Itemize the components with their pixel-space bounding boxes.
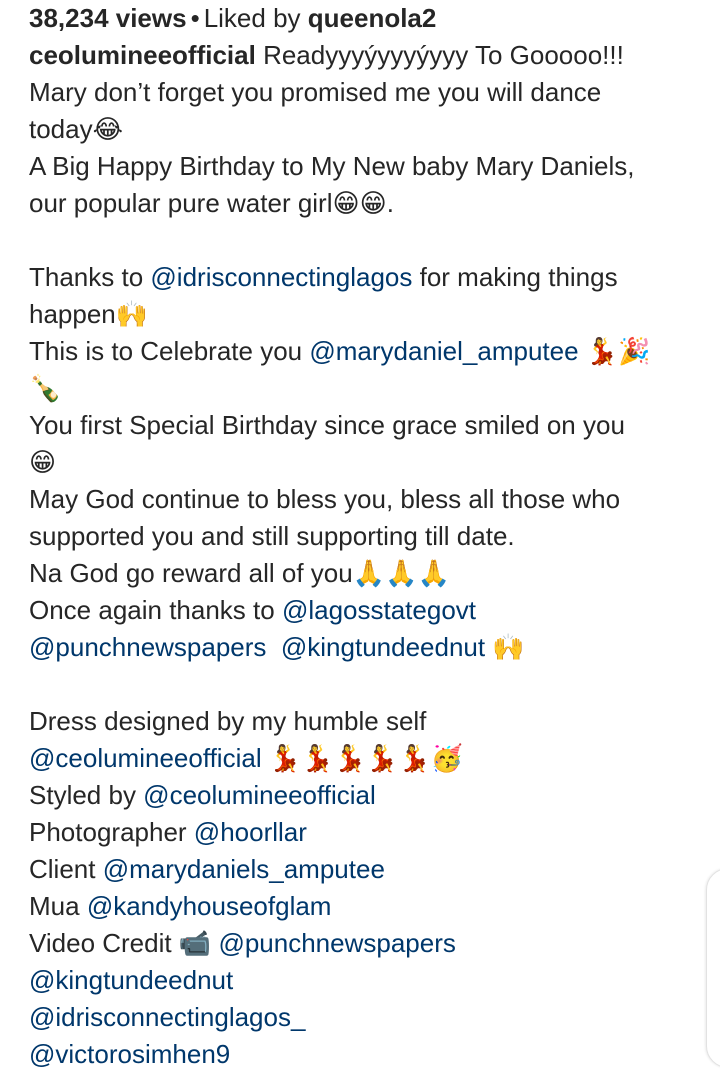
post-caption: ceolumineeofficial Readyyyýyyyýyyy To Go…	[29, 37, 709, 1073]
mention-link[interactable]: @punchnewspapers	[29, 632, 266, 662]
caption-emoji: 💃💃💃💃💃🥳	[261, 743, 464, 773]
caption-line: You first Special Birthday since grace s…	[29, 410, 625, 440]
caption-line: happen🙌	[29, 299, 149, 329]
caption-text: for making things	[412, 262, 618, 292]
caption-line: May God continue to bless you, bless all…	[29, 484, 621, 514]
caption-line: @idrisconnectinglagos_	[29, 999, 709, 1036]
mention-link[interactable]: @marydaniels_amputee	[103, 854, 385, 884]
caption-emoji: 🙌	[485, 632, 525, 662]
liked-by-label: Liked by	[203, 3, 301, 33]
mention-link[interactable]: @hoorllar	[194, 817, 307, 847]
caption-line: Once again thanks to @lagosstategovt	[29, 592, 709, 629]
stats-separator: •	[190, 3, 200, 33]
caption-line: Dress designed by my humble self	[29, 706, 427, 736]
caption-text: Photographer	[29, 817, 194, 847]
caption-line: 🍾	[29, 373, 62, 403]
caption-text: Mua	[29, 891, 87, 921]
caption-line: @ceolumineeofficial 💃💃💃💃💃🥳	[29, 740, 709, 777]
caption-line: supported you and still supporting till …	[29, 521, 515, 551]
caption-line: Client @marydaniels_amputee	[29, 851, 709, 888]
mention-link[interactable]: @victorosimhen9	[29, 1039, 230, 1069]
caption-line: Video Credit 📹 @punchnewspapers	[29, 925, 709, 962]
mention-link[interactable]: @kandyhouseofglam	[87, 891, 332, 921]
edge-panel-handle[interactable]	[706, 868, 720, 1068]
caption-line: our popular pure water girl😁😁.	[29, 188, 394, 218]
caption-text: Thanks to	[29, 262, 151, 292]
mention-link[interactable]: @lagosstategovt	[282, 595, 476, 625]
caption-text: Client	[29, 854, 103, 884]
caption-text: Video Credit 📹	[29, 928, 219, 958]
caption-line: Mary don’t forget you promised me you wi…	[29, 77, 602, 107]
caption-text: This is to Celebrate you	[29, 336, 310, 366]
mention-link[interactable]: @kingtundeednut	[281, 632, 485, 662]
caption-line: Styled by @ceolumineeofficial	[29, 777, 709, 814]
mention-link[interactable]: @kingtundeednut	[29, 965, 233, 995]
mention-link[interactable]: @idrisconnectinglagos	[150, 262, 412, 292]
caption-text: Once again thanks to	[29, 595, 282, 625]
caption-line: 😁	[29, 447, 57, 477]
caption-line: @kingtundeednut	[29, 962, 709, 999]
caption-line: Na God go reward all of you🙏🙏🙏	[29, 558, 450, 588]
caption-line: Photographer @hoorllar	[29, 814, 709, 851]
liked-by-user-link[interactable]: queenola2	[308, 3, 437, 33]
caption-text: Styled by	[29, 780, 144, 810]
caption-line: This is to Celebrate you @marydaniel_amp…	[29, 333, 709, 370]
caption-text: Readyyyýyyyýyyy To Gooooo!!!	[255, 40, 624, 70]
caption-line: @victorosimhen9	[29, 1036, 709, 1073]
caption-line: ceolumineeofficial Readyyyýyyyýyyy To Go…	[29, 37, 709, 74]
mention-link[interactable]: @punchnewspapers	[218, 928, 455, 958]
caption-line: Mua @kandyhouseofglam	[29, 888, 709, 925]
caption-text: 💃🎉	[578, 336, 651, 366]
mention-link[interactable]: @ceolumineeofficial	[143, 780, 376, 810]
mention-link[interactable]: @marydaniel_amputee	[309, 336, 578, 366]
caption-line: today😂	[29, 114, 123, 144]
post-stats: 38,234 views • Liked by queenola2	[29, 0, 436, 37]
mention-link[interactable]: @idrisconnectinglagos_	[29, 1002, 305, 1032]
caption-line: A Big Happy Birthday to My New baby Mary…	[29, 151, 635, 181]
caption-line: @punchnewspapers @kingtundeednut 🙌	[29, 629, 709, 666]
caption-author-link[interactable]: ceolumineeofficial	[29, 40, 256, 70]
mention-link[interactable]: @ceolumineeofficial	[29, 743, 262, 773]
caption-line: Thanks to @idrisconnectinglagos for maki…	[29, 259, 709, 296]
views-count[interactable]: 38,234 views	[29, 3, 187, 33]
